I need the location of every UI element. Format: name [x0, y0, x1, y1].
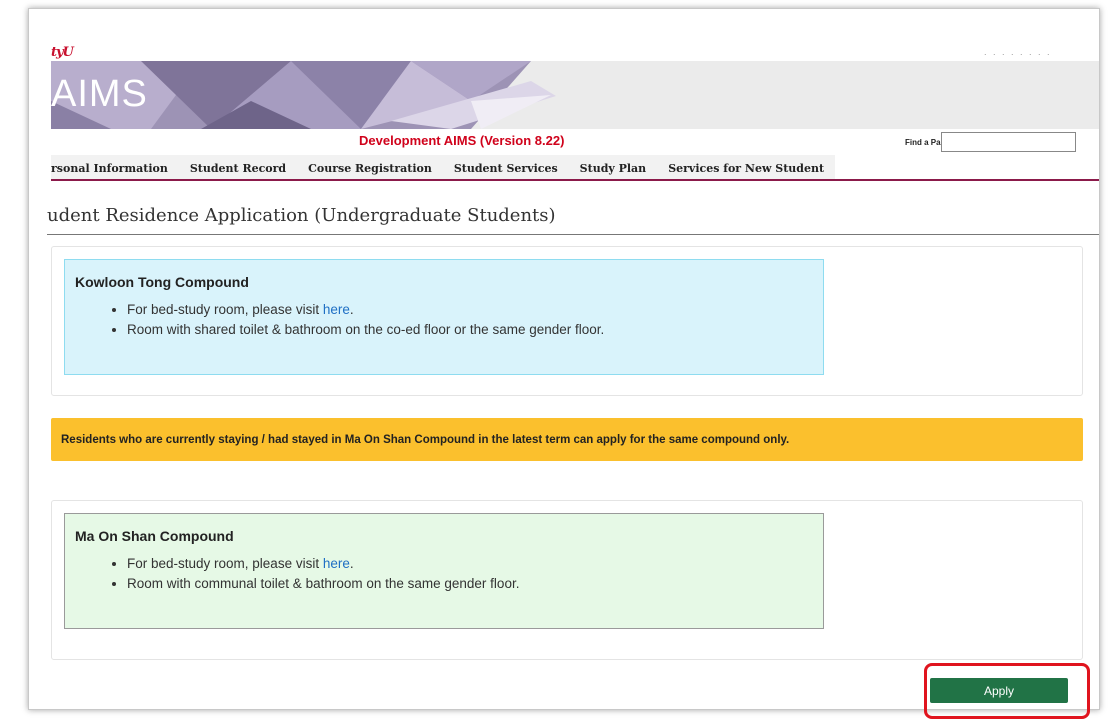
aims-banner: AIMS — [51, 61, 1099, 129]
list-item: For bed-study room, please visit here. — [127, 554, 813, 574]
banner-title: AIMS — [51, 73, 148, 115]
nav-spacer — [835, 155, 1099, 179]
ma-on-shan-panel: Ma On Shan Compound For bed-study room, … — [51, 500, 1083, 660]
ma-on-shan-list: For bed-study room, please visit here. R… — [75, 554, 813, 594]
nav-student-record[interactable]: Student Record — [179, 155, 297, 179]
nav-services-new-student[interactable]: Services for New Student — [657, 155, 835, 179]
bullet-text: For bed-study room, please visit — [127, 302, 323, 317]
here-link[interactable]: here — [323, 556, 350, 571]
residency-alert: Residents who are currently staying / ha… — [51, 418, 1083, 461]
list-item: Room with communal toilet & bathroom on … — [127, 574, 813, 594]
ma-on-shan-title: Ma On Shan Compound — [75, 528, 234, 544]
kowloon-tong-panel: Kowloon Tong Compound For bed-study room… — [51, 246, 1083, 396]
list-item: For bed-study room, please visit here. — [127, 300, 813, 320]
kowloon-tong-list: For bed-study room, please visit here. R… — [75, 300, 813, 340]
top-right-links[interactable]: . . . . . . . . — [984, 47, 1052, 57]
dev-version-title: Development AIMS (Version 8.22) — [359, 133, 565, 148]
kowloon-tong-box: Kowloon Tong Compound For bed-study room… — [64, 259, 824, 375]
university-logo: tyU — [51, 45, 74, 60]
bullet-suffix: . — [349, 302, 354, 317]
nav-study-plan[interactable]: Study Plan — [569, 155, 658, 179]
banner-graphic — [51, 61, 1099, 129]
main-nav: rsonal Information Student Record Course… — [51, 155, 1099, 181]
here-link[interactable]: here — [323, 302, 350, 317]
nav-personal-information[interactable]: rsonal Information — [51, 155, 179, 179]
apply-button[interactable]: Apply — [930, 678, 1068, 703]
page-title: udent Residence Application (Undergradua… — [47, 205, 1099, 235]
bullet-suffix: . — [349, 556, 354, 571]
find-page-input[interactable] — [941, 132, 1076, 152]
nav-course-registration[interactable]: Course Registration — [297, 155, 443, 179]
ma-on-shan-box: Ma On Shan Compound For bed-study room, … — [64, 513, 824, 629]
nav-student-services[interactable]: Student Services — [443, 155, 569, 179]
list-item: Room with shared toilet & bathroom on th… — [127, 320, 813, 340]
kowloon-tong-title: Kowloon Tong Compound — [75, 274, 249, 290]
bullet-text: For bed-study room, please visit — [127, 556, 323, 571]
browser-frame: tyU . . . . . . . . AIMS Development AIM… — [28, 8, 1100, 710]
